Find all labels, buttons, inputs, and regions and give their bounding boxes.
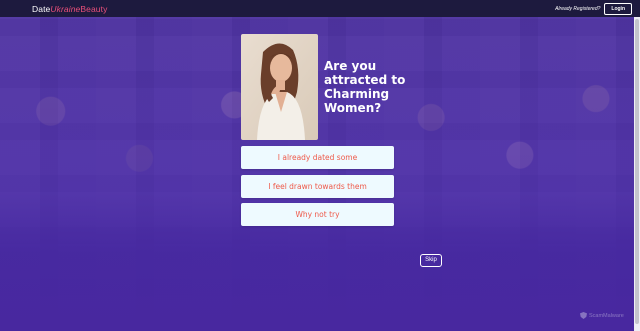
answer-option-dated-some[interactable]: I already dated some: [241, 146, 394, 169]
already-registered-text: Already Registered?: [555, 5, 601, 12]
skip-button[interactable]: Skip: [420, 254, 442, 267]
woman-photo-image: [241, 34, 318, 140]
vertical-scrollbar[interactable]: [634, 17, 640, 331]
site-header: DateUkraineBeauty Already Registered? Lo…: [0, 0, 640, 17]
answer-option-why-not-try[interactable]: Why not try: [241, 203, 394, 226]
answer-option-drawn-towards[interactable]: I feel drawn towards them: [241, 175, 394, 198]
profile-photo: [241, 34, 318, 140]
watermark-text: ScamMalware: [589, 312, 624, 319]
scrollbar-thumb[interactable]: [635, 19, 639, 324]
logo-part-date: Date: [32, 3, 51, 14]
watermark: ScamMalware: [580, 312, 624, 319]
logo-part-ukraine: Ukraine: [50, 3, 81, 14]
logo-part-beauty: Beauty: [80, 3, 108, 14]
quiz-question: Are you attracted to Charming Women?: [324, 59, 406, 115]
shield-icon: [580, 312, 587, 319]
site-logo[interactable]: DateUkraineBeauty: [32, 4, 107, 14]
header-right: Already Registered? Login: [555, 2, 632, 15]
login-button[interactable]: Login: [604, 2, 632, 15]
